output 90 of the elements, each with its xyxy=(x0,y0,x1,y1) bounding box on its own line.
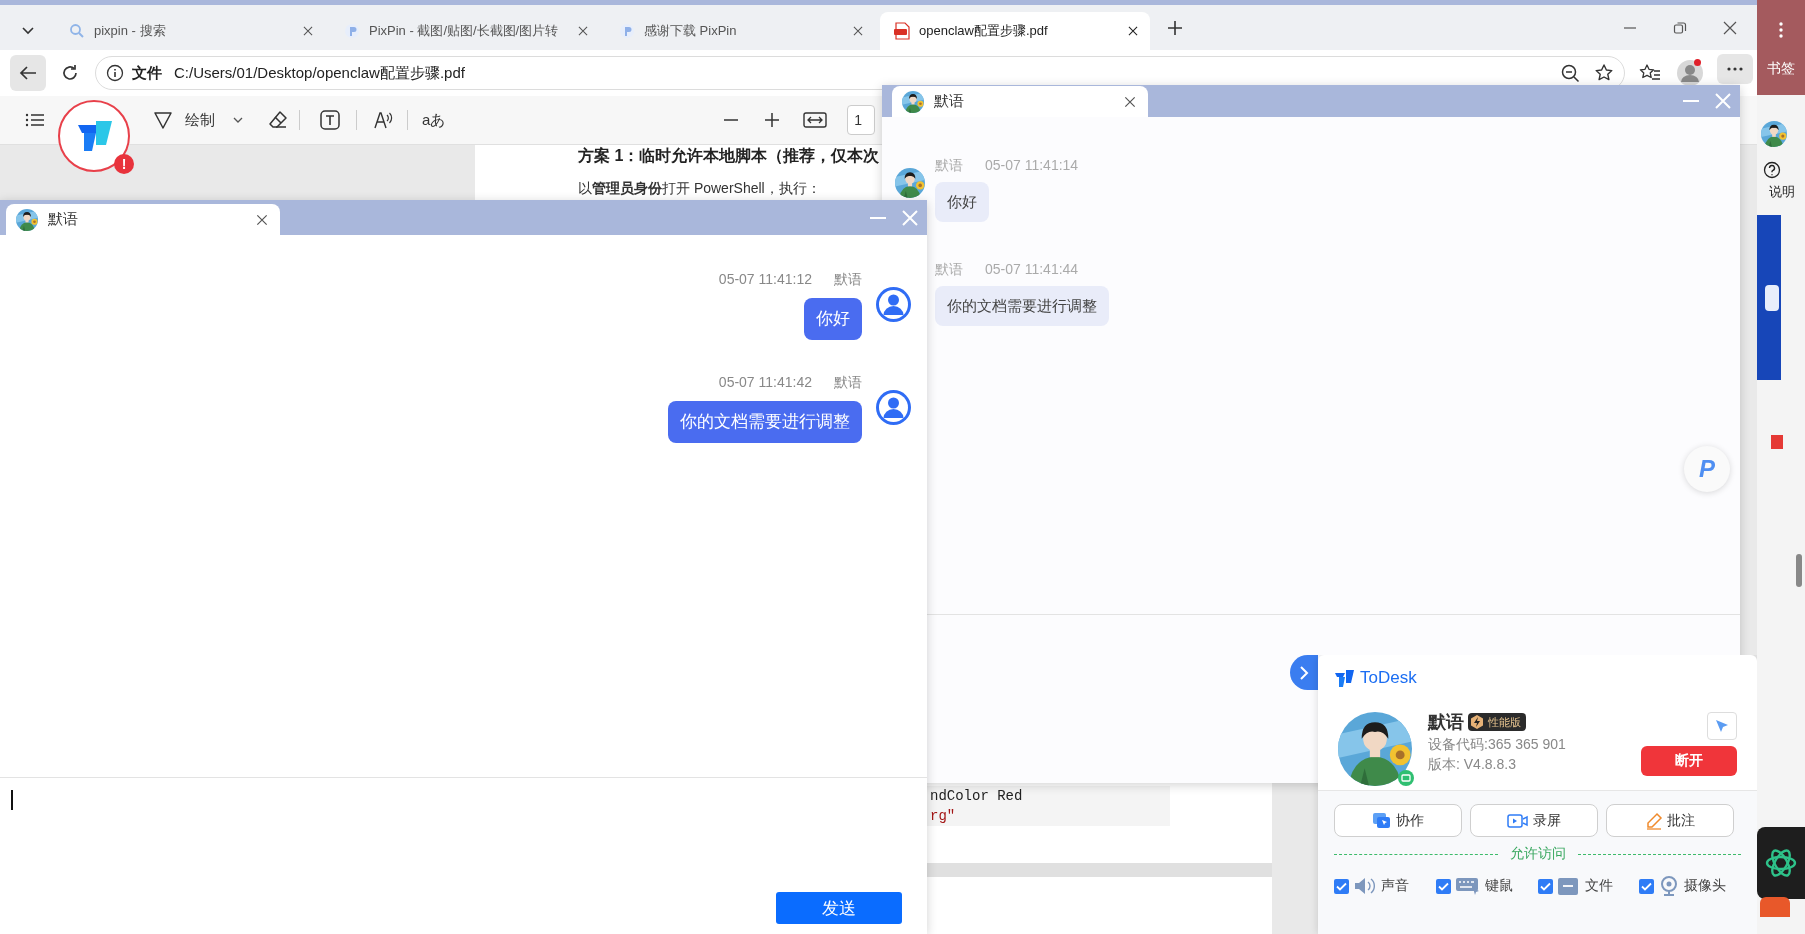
alert-badge: ! xyxy=(114,154,134,174)
user-avatar-icon xyxy=(876,390,911,425)
read-aloud-icon[interactable] xyxy=(373,110,393,130)
video-camera-icon xyxy=(1507,812,1529,829)
contents-icon[interactable] xyxy=(25,112,45,128)
speaker-icon xyxy=(1353,876,1377,896)
message-bubble: 你好 xyxy=(804,298,862,340)
message-time: 05-07 11:41:42 xyxy=(718,373,812,391)
scrollbar-thumb[interactable] xyxy=(1796,554,1802,587)
user-name: 默语 xyxy=(1428,712,1464,732)
keyboard-icon xyxy=(1454,876,1481,896)
bolt-icon xyxy=(1469,714,1485,730)
checkbox[interactable] xyxy=(1639,878,1655,894)
close-icon[interactable] xyxy=(1126,24,1140,38)
permission-label: 键鼠 xyxy=(1484,877,1513,895)
collaborate-icon xyxy=(1372,811,1392,830)
browser-tab[interactable]: PixPin - 截图/贴图/长截图/图片转 xyxy=(330,12,600,50)
action-button[interactable]: 协作 xyxy=(1334,804,1462,837)
sender-name: 默语 xyxy=(834,270,862,288)
pointer-button[interactable] xyxy=(1707,712,1737,740)
new-tab-icon[interactable] xyxy=(1166,18,1184,37)
sender-name: 默语 xyxy=(935,260,963,278)
browser-tab[interactable]: pixpin - 搜索 xyxy=(55,12,325,50)
permission-label: 文件 xyxy=(1584,877,1613,895)
status-mark xyxy=(1771,435,1783,449)
search-icon xyxy=(69,23,85,39)
disconnect-button[interactable]: 断开 xyxy=(1641,746,1737,776)
message-bubble: 你好 xyxy=(935,182,989,222)
connected-badge-icon xyxy=(1398,770,1414,786)
reload-icon[interactable] xyxy=(60,63,80,83)
page-number-field[interactable]: 1 xyxy=(847,105,876,135)
tier-badge: 性能版 xyxy=(1468,713,1526,731)
app-launcher[interactable] xyxy=(1757,827,1805,899)
action-button[interactable]: 批注 xyxy=(1606,804,1734,837)
pin-icon xyxy=(619,23,635,39)
todesk-logo-icon xyxy=(1334,669,1354,687)
browser-tab[interactable]: openclaw配置步骤.pdf xyxy=(880,12,1150,50)
info-icon xyxy=(106,64,124,82)
message-time: 05-07 11:41:44 xyxy=(985,260,1079,278)
sender-name: 默语 xyxy=(935,156,963,174)
document-heading: 方案 1：临时允许本地脚本（推荐，仅本次 xyxy=(578,146,880,166)
restore-icon[interactable] xyxy=(1673,20,1687,35)
help-icon[interactable] xyxy=(1763,161,1781,179)
help-label[interactable]: 说明 xyxy=(1769,183,1805,201)
bookmarks-label[interactable]: 书签 xyxy=(1767,60,1795,78)
knot-icon xyxy=(1764,846,1798,880)
profile-icon[interactable] xyxy=(1677,60,1703,86)
more-icon xyxy=(1726,66,1744,72)
text-box-icon[interactable] xyxy=(320,110,340,130)
device-code: 设备代码:365 365 901 xyxy=(1428,735,1566,754)
document-paragraph: 以管理员身份打开 PowerShell，执行： xyxy=(578,180,821,198)
action-button[interactable]: 录屏 xyxy=(1470,804,1598,837)
chat-tab[interactable]: 默语 xyxy=(6,204,280,235)
zoom-out-icon[interactable] xyxy=(1560,63,1580,83)
folder-icon xyxy=(1556,876,1581,896)
draw-label[interactable]: 绘制 xyxy=(185,110,215,130)
pencil-icon xyxy=(1645,811,1663,830)
fit-width-icon[interactable] xyxy=(803,110,828,130)
file-label: 文件 xyxy=(132,63,162,83)
version-text: 版本: V4.8.8.3 xyxy=(1428,755,1517,774)
browser-tab[interactable]: 感谢下载 PixPin xyxy=(605,12,875,50)
sender-name: 默语 xyxy=(834,373,862,391)
pin-icon xyxy=(344,23,360,39)
draw-icon[interactable] xyxy=(153,110,173,130)
eraser-icon[interactable] xyxy=(268,110,288,130)
message-bubble: 你的文档需要进行调整 xyxy=(935,286,1109,326)
cursor-icon xyxy=(1715,719,1729,733)
brand-name: ToDesk xyxy=(1360,668,1417,688)
immersive-reader-label[interactable]: aあ xyxy=(422,110,446,130)
permission-label: 声音 xyxy=(1381,877,1409,895)
close-icon[interactable] xyxy=(1723,20,1737,35)
checkbox[interactable] xyxy=(1334,878,1349,894)
message-time: 05-07 11:41:12 xyxy=(718,270,812,288)
message-bubble: 你的文档需要进行调整 xyxy=(668,401,862,443)
user-avatar-icon xyxy=(876,287,911,322)
checkbox[interactable] xyxy=(1537,878,1553,894)
url-text: C:/Users/01/Desktop/openclaw配置步骤.pdf xyxy=(174,63,465,83)
section-title: 允许访问 xyxy=(1509,845,1566,863)
message-time: 05-07 11:41:14 xyxy=(985,156,1079,174)
back-button[interactable] xyxy=(10,55,46,91)
favorites-icon[interactable] xyxy=(1639,63,1661,83)
chevron-right-icon xyxy=(1299,665,1309,680)
send-button[interactable]: 发送 xyxy=(776,892,902,924)
chat-tab[interactable]: 默语 xyxy=(892,86,1148,117)
pdf-file-icon xyxy=(894,22,910,40)
star-icon[interactable] xyxy=(1594,63,1614,83)
more-button[interactable] xyxy=(1717,54,1753,84)
more-vertical-icon[interactable] xyxy=(1779,22,1783,38)
checkbox[interactable] xyxy=(1435,878,1451,894)
permission-label: 摄像头 xyxy=(1684,877,1727,895)
